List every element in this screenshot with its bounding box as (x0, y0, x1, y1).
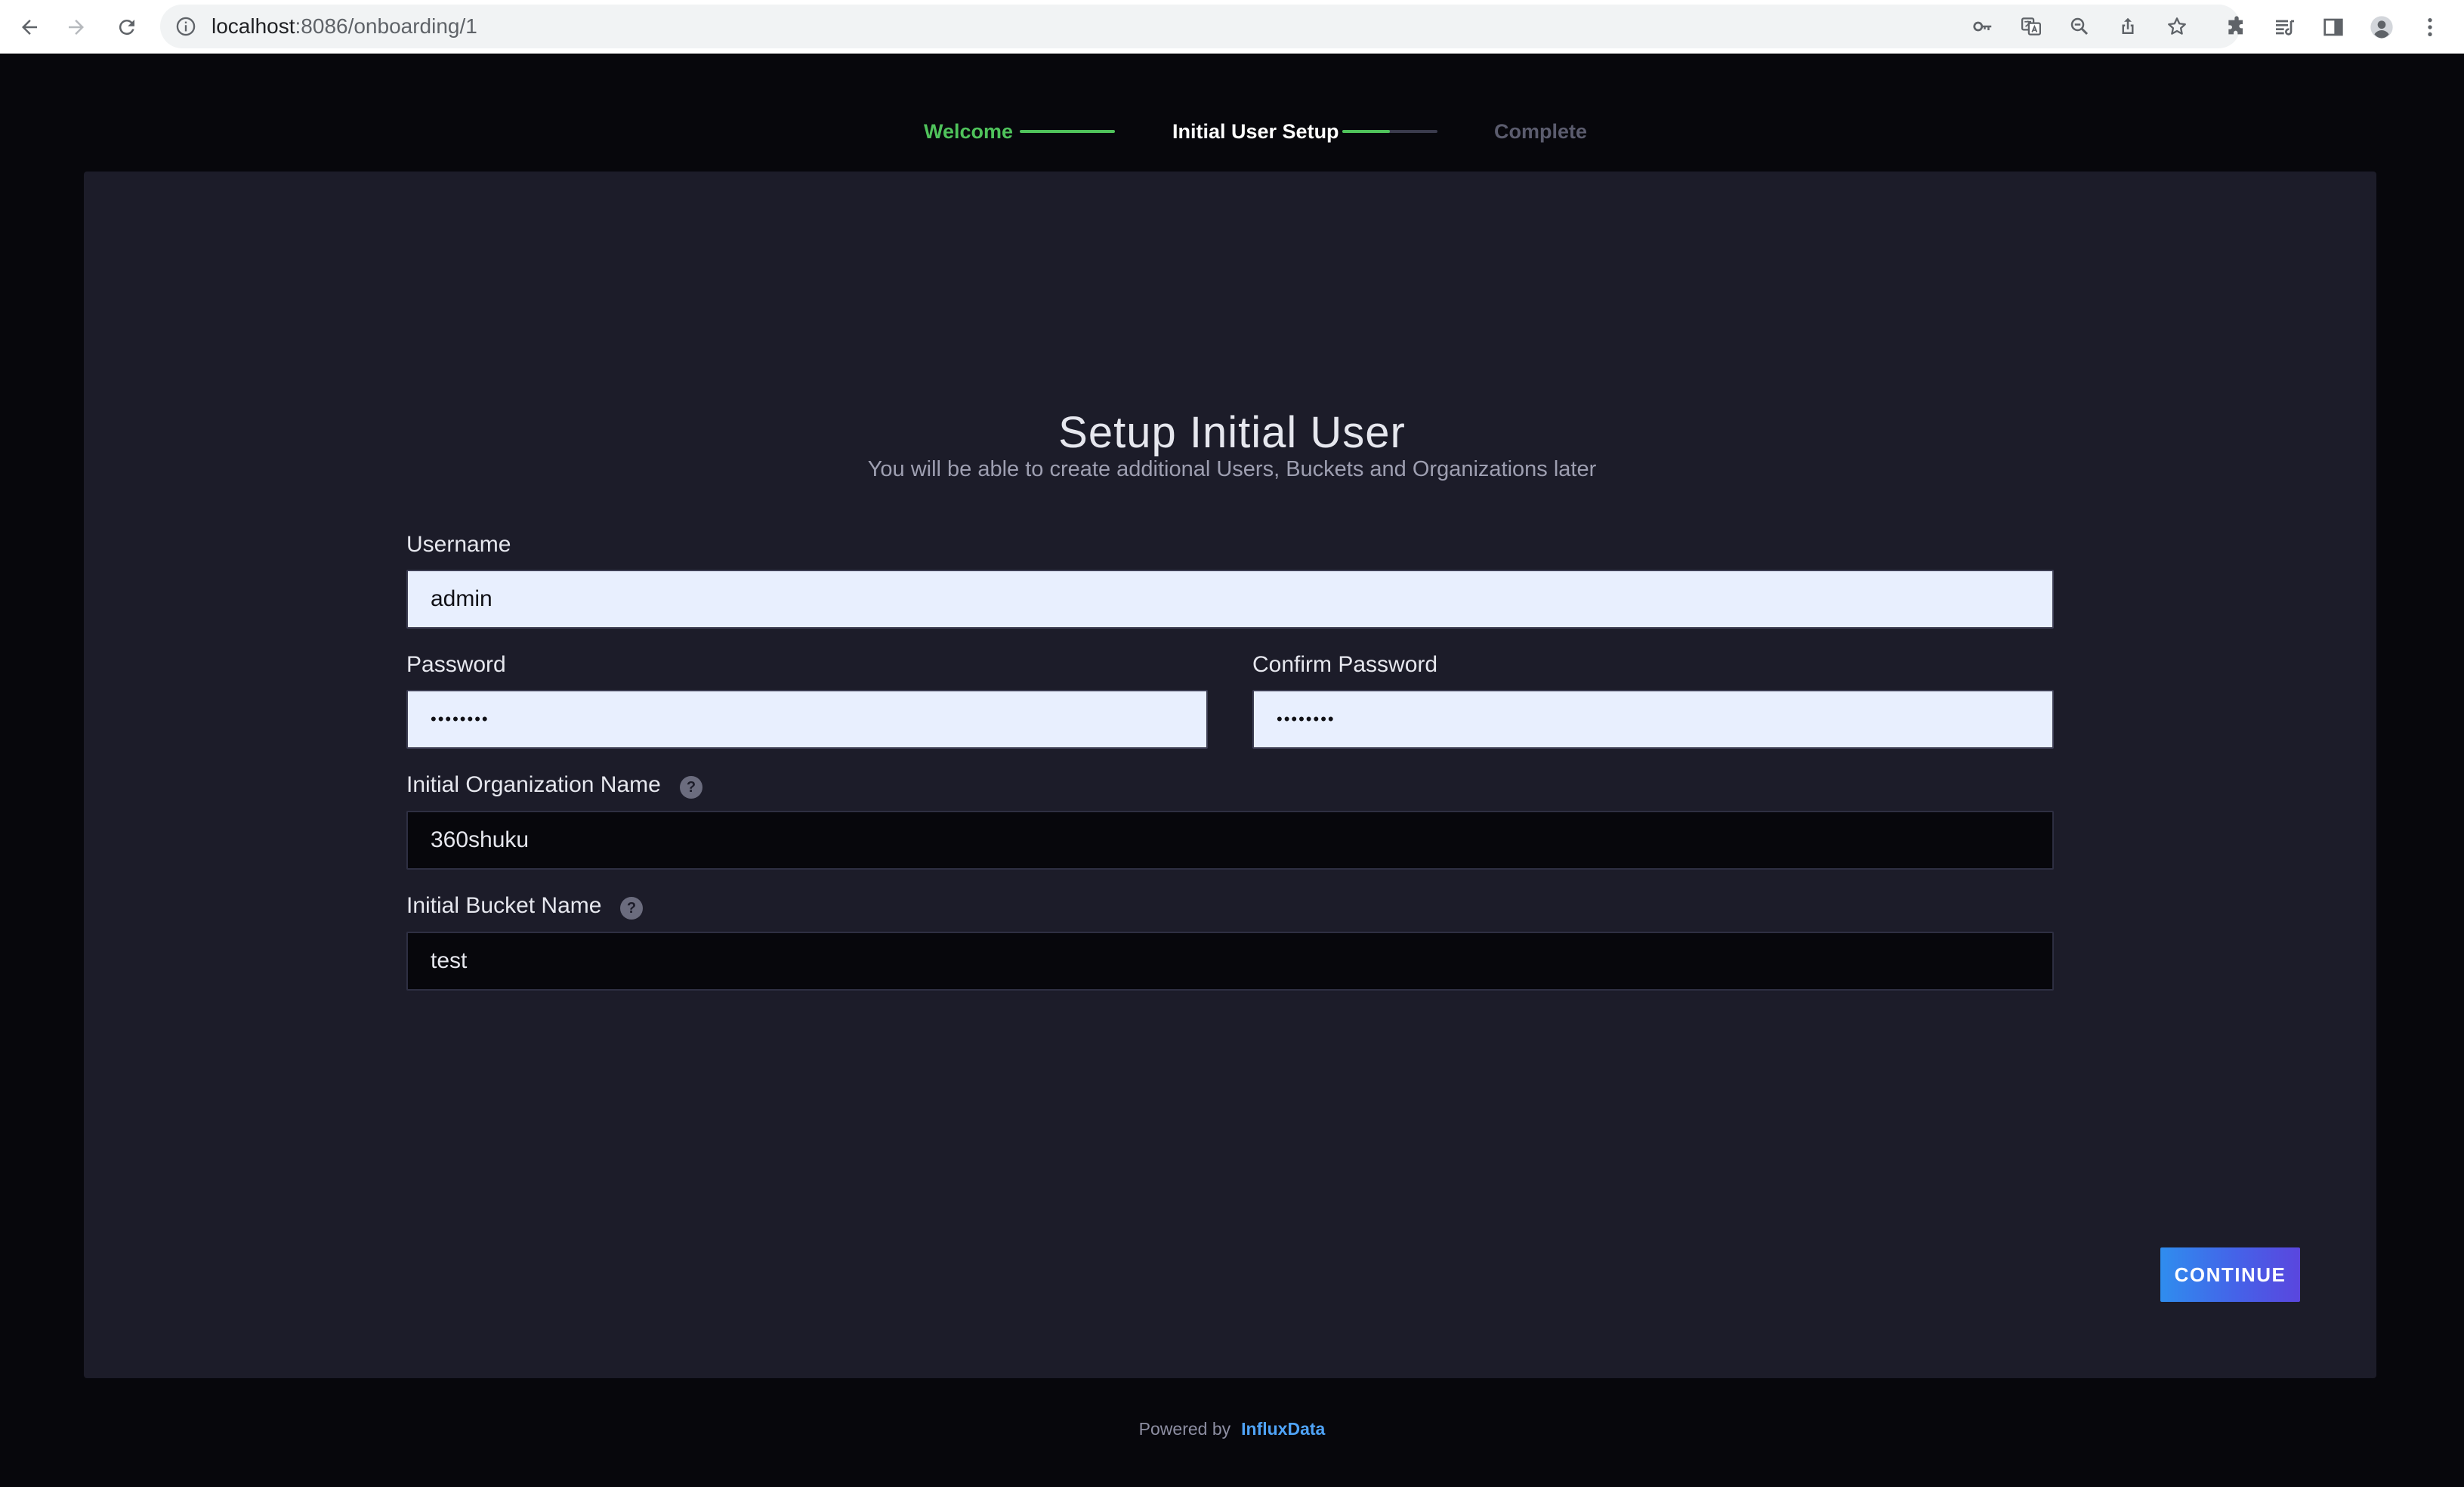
kebab-menu-icon[interactable] (2417, 14, 2443, 40)
forward-arrow-icon (69, 20, 84, 35)
password-input[interactable] (406, 690, 1208, 749)
password-label: Password (406, 652, 506, 677)
step-initial-user-setup[interactable]: Initial User Setup (1172, 118, 1339, 145)
reload-button[interactable] (110, 11, 144, 44)
avatar-icon[interactable] (2369, 14, 2395, 40)
footer: Powered by InfluxData (0, 1419, 2464, 1439)
forward-button[interactable] (60, 11, 93, 44)
info-icon[interactable] (175, 16, 196, 37)
url-host: localhost (212, 14, 295, 38)
bucket-label: Initial Bucket Name (406, 893, 602, 918)
page-title: Setup Initial User (1058, 407, 1406, 457)
translate-icon[interactable] (2020, 15, 2043, 38)
zoom-icon[interactable] (2068, 15, 2091, 38)
url-text: localhost:8086/onboarding/1 (212, 5, 477, 48)
organization-label: Initial Organization Name (406, 772, 661, 797)
bucket-input[interactable] (406, 932, 2054, 991)
back-arrow-icon (22, 20, 37, 35)
address-bar[interactable]: localhost:8086/onboarding/1 (160, 5, 2240, 48)
step-welcome-label: Welcome (924, 120, 1014, 143)
star-icon[interactable] (2166, 15, 2188, 38)
reading-list-icon[interactable] (2272, 14, 2298, 40)
reload-icon (119, 20, 134, 36)
step-connector-1 (1020, 130, 1115, 133)
help-icon[interactable]: ? (620, 897, 643, 920)
continue-button[interactable]: CONTINUE (2160, 1247, 2300, 1302)
page-subtitle: You will be able to create additional Us… (867, 457, 1597, 481)
confirm-password-input[interactable] (1252, 690, 2054, 749)
organization-input[interactable] (406, 811, 2054, 870)
confirm-password-label: Confirm Password (1252, 652, 1438, 677)
puzzle-icon[interactable] (2224, 14, 2249, 40)
powered-by-text: Powered by (1138, 1419, 1231, 1439)
step-connector-2-progress (1342, 130, 1390, 133)
share-icon[interactable] (2117, 15, 2139, 38)
step-initial-user-setup-label: Initial User Setup (1172, 120, 1339, 143)
side-panel-icon[interactable] (2320, 14, 2346, 40)
step-complete[interactable]: Complete (1494, 118, 1587, 145)
step-welcome[interactable]: Welcome (924, 118, 1013, 145)
step-complete-label: Complete (1494, 120, 1588, 143)
influxdata-link[interactable]: InfluxData (1241, 1419, 1325, 1439)
username-label: Username (406, 532, 511, 557)
username-input[interactable] (406, 570, 2054, 629)
back-button[interactable] (13, 11, 46, 44)
browser-toolbar: localhost:8086/onboarding/1 (0, 0, 2464, 54)
key-icon[interactable] (1972, 15, 1994, 38)
help-icon[interactable]: ? (680, 776, 702, 799)
url-path: :8086/onboarding/1 (295, 14, 477, 38)
